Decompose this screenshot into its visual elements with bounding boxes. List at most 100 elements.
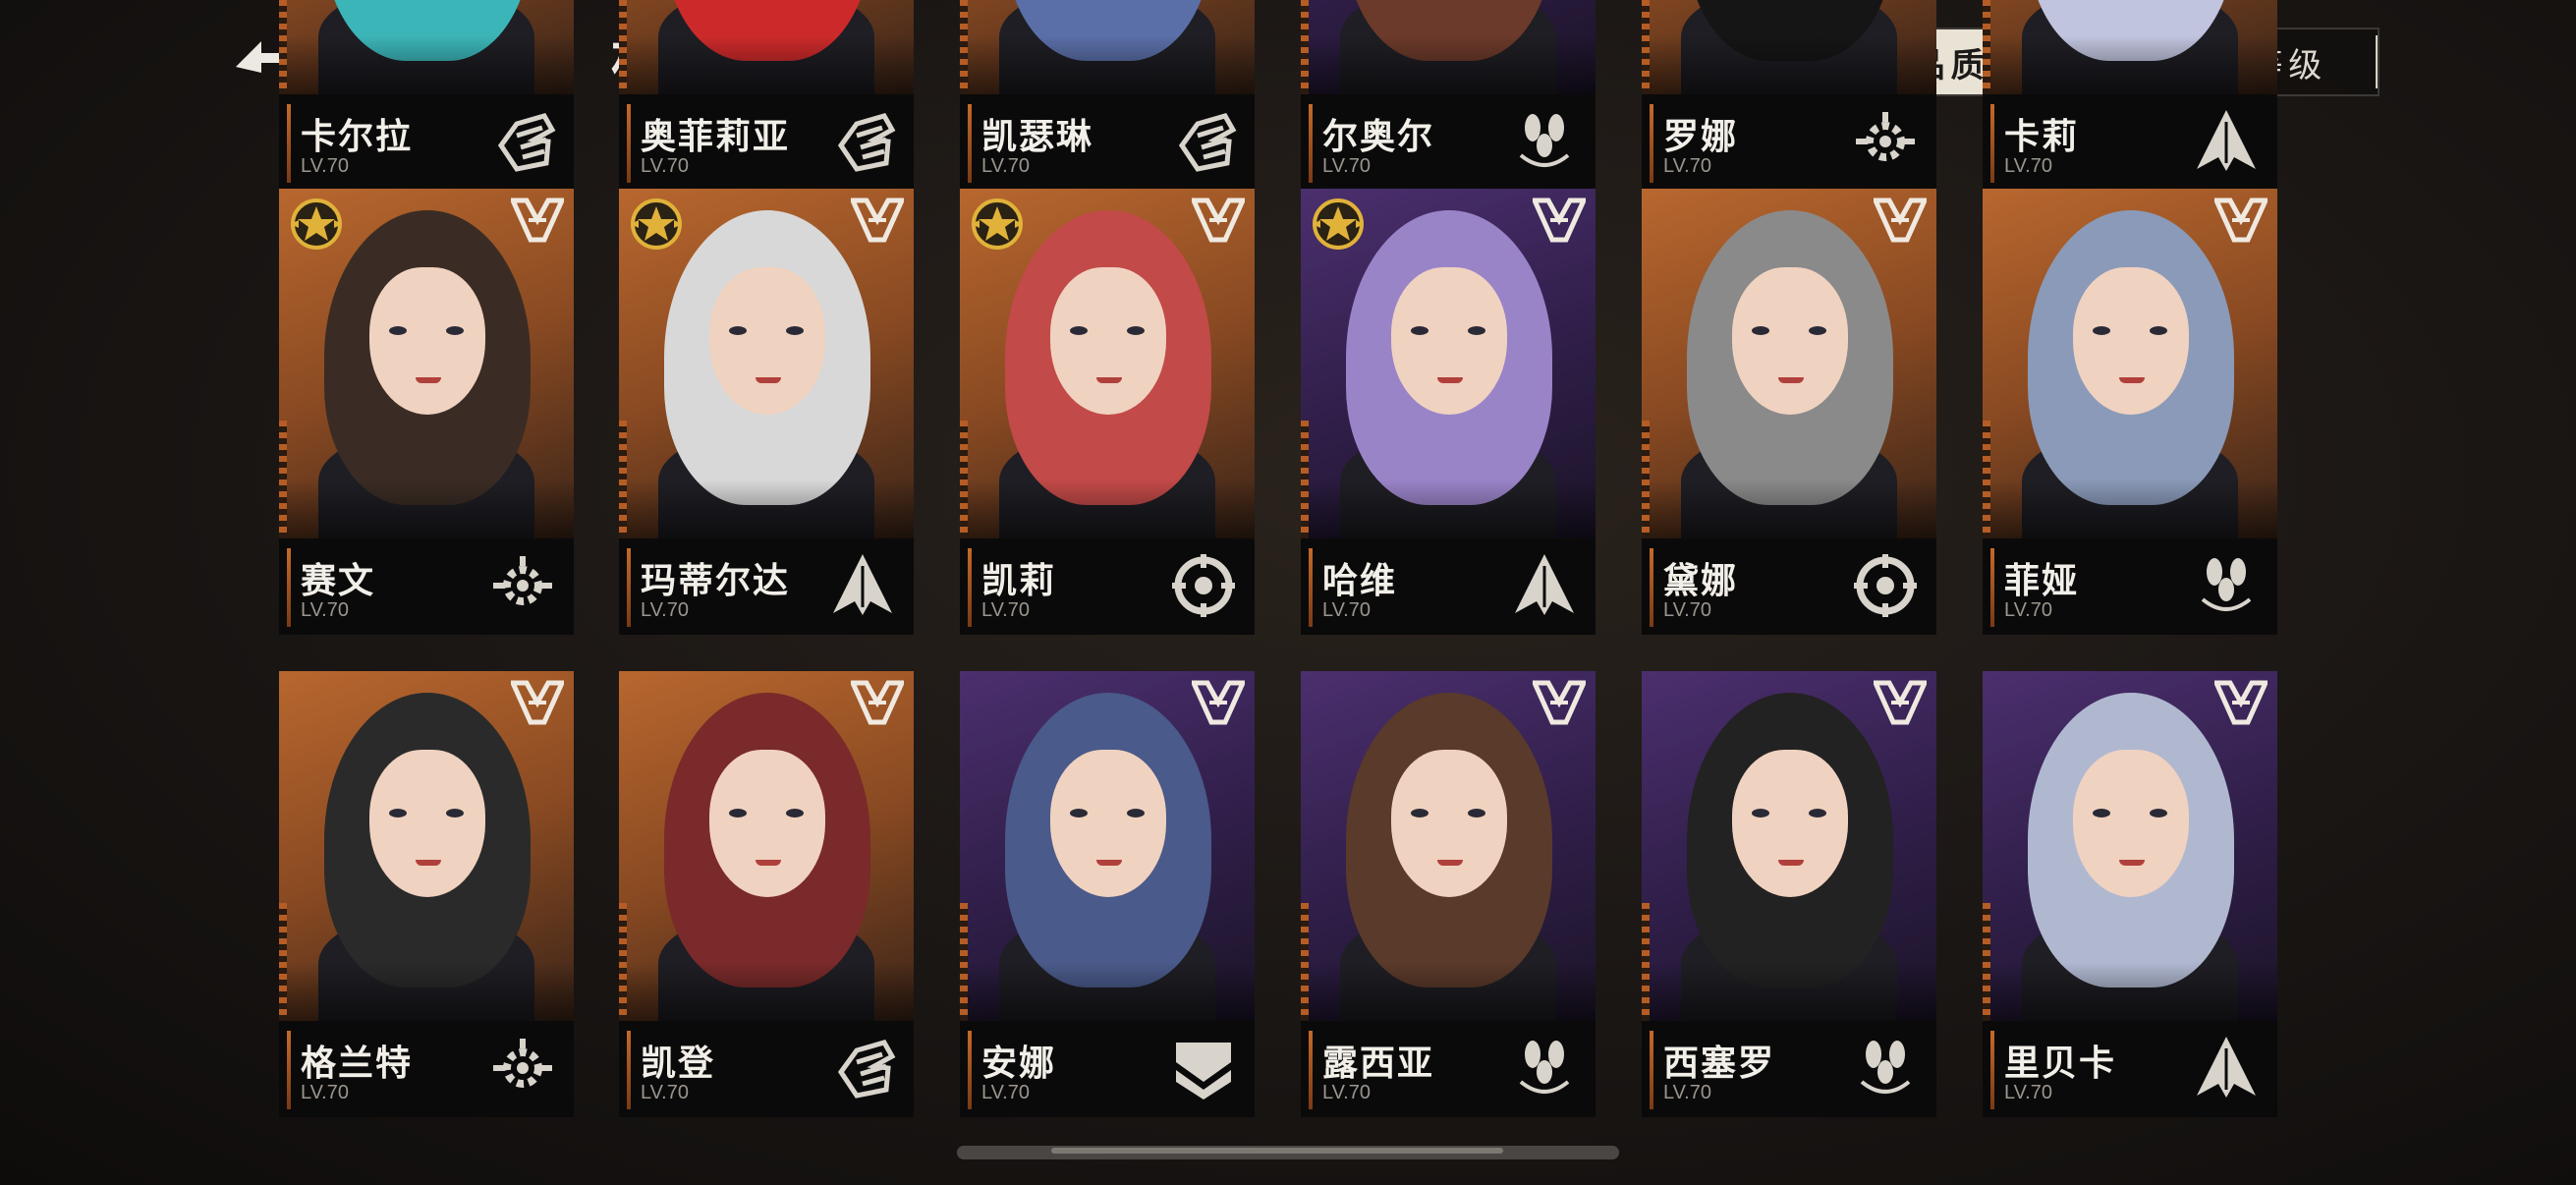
bombs-icon: [1860, 1041, 1911, 1094]
portrait-eye: [729, 326, 747, 335]
portrait-mouth: [1778, 377, 1804, 383]
portrait-fade: [279, 35, 574, 94]
pilot-info-bar: 玛蒂尔达 LV.70: [619, 538, 914, 635]
rarity-stripe: [1642, 903, 1650, 1021]
pilot-info-bar: 罗娜 LV.70: [1642, 94, 1936, 191]
wrench-gear-icon: [493, 556, 552, 605]
portrait-fade: [279, 480, 574, 538]
portrait-mouth: [756, 860, 781, 866]
pilot-card[interactable]: 凯莉 LV.70: [960, 189, 1255, 635]
portrait-face: [709, 267, 825, 415]
portrait-eye: [1127, 809, 1145, 818]
portrait-eye: [729, 809, 747, 818]
rarity-stripe: [1301, 903, 1309, 1021]
pilot-portrait: [1983, 0, 2277, 94]
scrollbar-thumb[interactable]: [1051, 1148, 1503, 1154]
portrait-eye: [2093, 809, 2110, 818]
level-accent: [1309, 548, 1313, 627]
portrait-mouth: [1096, 860, 1122, 866]
pilot-info-bar: 尔奥尔 LV.70: [1301, 94, 1596, 191]
pilot-level: LV.70: [981, 1082, 1030, 1103]
level-accent: [1650, 1031, 1653, 1109]
level-accent: [627, 1031, 631, 1109]
pilot-name: 赛文: [301, 561, 376, 601]
pilot-name: 安娜: [981, 1044, 1057, 1084]
pilot-portrait: [1642, 0, 1936, 94]
pilot-portrait: [1983, 189, 2277, 538]
scrollbar[interactable]: [957, 1146, 1619, 1159]
portrait-eye: [2093, 326, 2110, 335]
pilot-grid: 卡尔拉 LV.70 奥菲莉亚 LV.70 凯瑟琳 LV.70 尔奥尔 LV.70…: [0, 0, 2576, 1185]
arrow-wing-icon: [2197, 1037, 2256, 1098]
rarity-emblem-icon: [851, 198, 904, 243]
pilot-card[interactable]: 哈维 LV.70: [1301, 189, 1596, 635]
pilot-card[interactable]: 西塞罗 LV.70: [1642, 671, 1936, 1117]
pilot-portrait: [960, 189, 1255, 538]
pilot-portrait: [619, 0, 914, 94]
pilot-name: 玛蒂尔达: [641, 561, 791, 601]
portrait-face: [1391, 267, 1507, 415]
portrait-eye: [389, 326, 407, 335]
portrait-eye: [1127, 326, 1145, 335]
portrait-mouth: [2119, 377, 2145, 383]
pilot-level: LV.70: [1322, 155, 1371, 177]
star-rank-icon: [631, 198, 682, 250]
portrait-mouth: [756, 377, 781, 383]
pilot-name: 哈维: [1322, 561, 1398, 601]
pilot-card[interactable]: 露西亚 LV.70: [1301, 671, 1596, 1117]
pilot-portrait: [960, 671, 1255, 1021]
pilot-card[interactable]: 奥菲莉亚 LV.70: [619, 0, 914, 191]
rarity-emblem-icon: [1874, 198, 1927, 243]
portrait-mouth: [416, 860, 441, 866]
pilot-level: LV.70: [1322, 1082, 1371, 1103]
portrait-mouth: [1778, 860, 1804, 866]
pilot-card[interactable]: 凯登 LV.70: [619, 671, 914, 1117]
level-accent: [627, 548, 631, 627]
pilot-level: LV.70: [981, 599, 1030, 621]
rarity-stripe: [279, 421, 287, 538]
pilot-info-bar: 黛娜 LV.70: [1642, 538, 1936, 635]
level-accent: [1650, 548, 1653, 627]
pilot-card[interactable]: 赛文 LV.70: [279, 189, 574, 635]
portrait-fade: [619, 35, 914, 94]
pilot-card[interactable]: 卡尔拉 LV.70: [279, 0, 574, 191]
pilot-info-bar: 哈维 LV.70: [1301, 538, 1596, 635]
pilot-info-bar: 露西亚 LV.70: [1301, 1021, 1596, 1117]
rarity-stripe: [279, 903, 287, 1021]
pilot-card[interactable]: 安娜 LV.70: [960, 671, 1255, 1117]
pilot-card[interactable]: 格兰特 LV.70: [279, 671, 574, 1117]
pilot-card[interactable]: 卡莉 LV.70: [1983, 0, 2277, 191]
arrow-wing-icon: [833, 554, 892, 615]
portrait-fade: [1642, 480, 1936, 538]
level-accent: [1990, 1031, 1994, 1109]
wrench-gear-icon: [493, 1039, 552, 1088]
pilot-card[interactable]: 里贝卡 LV.70: [1983, 671, 2277, 1117]
arrow-wing-icon: [1515, 554, 1574, 615]
portrait-fade: [1983, 480, 2277, 538]
pilot-card[interactable]: 黛娜 LV.70: [1642, 189, 1936, 635]
portrait-face: [369, 750, 485, 897]
portrait-fade: [1301, 480, 1596, 538]
portrait-eye: [2150, 326, 2167, 335]
pilot-card[interactable]: 菲娅 LV.70: [1983, 189, 2277, 635]
level-accent: [287, 104, 291, 183]
pilot-info-bar: 卡尔拉 LV.70: [279, 94, 574, 191]
portrait-fade: [1642, 35, 1936, 94]
arrow-wing-icon: [2197, 110, 2256, 171]
star-rank-icon: [1313, 198, 1364, 250]
pilot-name: 露西亚: [1322, 1044, 1435, 1084]
level-accent: [287, 548, 291, 627]
portrait-fade: [960, 962, 1255, 1021]
pilot-card[interactable]: 凯瑟琳 LV.70: [960, 0, 1255, 191]
portrait-eye: [1809, 326, 1826, 335]
pilot-info-bar: 菲娅 LV.70: [1983, 538, 2277, 635]
portrait-eye: [1752, 326, 1769, 335]
pilot-card[interactable]: 尔奥尔 LV.70: [1301, 0, 1596, 191]
pilot-card[interactable]: 罗娜 LV.70: [1642, 0, 1936, 191]
pilot-info-bar: 安娜 LV.70: [960, 1021, 1255, 1117]
bombs-icon: [1519, 1041, 1570, 1094]
pilot-info-bar: 格兰特 LV.70: [279, 1021, 574, 1117]
pilot-card[interactable]: 玛蒂尔达 LV.70: [619, 189, 914, 635]
portrait-eye: [389, 809, 407, 818]
pilot-name: 西塞罗: [1663, 1044, 1776, 1084]
